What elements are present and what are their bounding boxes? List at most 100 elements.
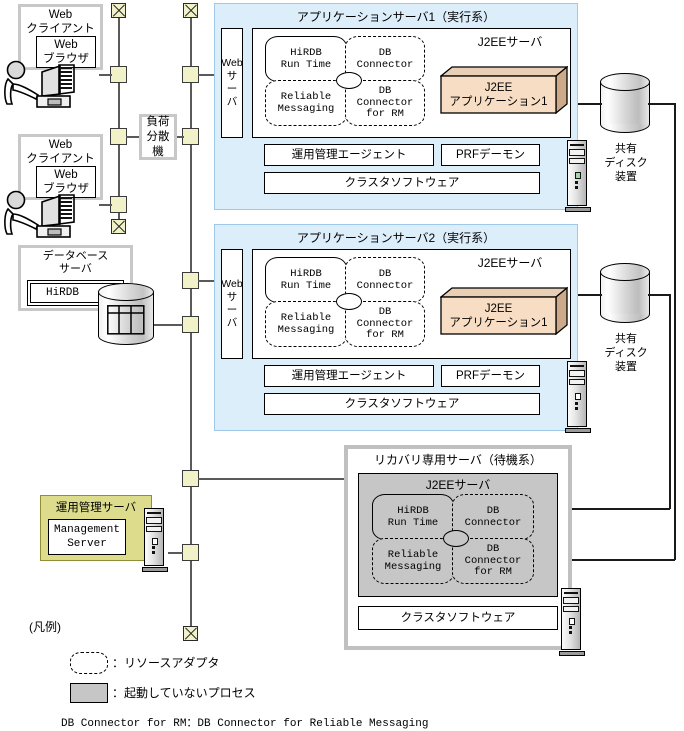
right-rail-disk2 — [669, 294, 671, 509]
shared-disk-1-icon — [600, 73, 650, 133]
management-server-title: 運用管理サーバ — [40, 499, 152, 517]
shared-disk-2-icon — [600, 263, 650, 323]
legend-item-0-label: ：リソースアダプタ — [112, 656, 220, 670]
app-server-2-adapter-hirdb-runtime: HiRDB Run Time — [265, 257, 347, 303]
recovery-server-adapter-reliable-messaging: Reliable Messaging — [372, 538, 454, 584]
app-server-2-adapter-1-line1: DB — [378, 268, 392, 280]
app-server-1-adapter-3-line1: DB — [378, 84, 392, 97]
app-server-1-web-server-char-3: バ — [226, 96, 238, 108]
app-server-2-web-server: Web サ ー バ — [221, 249, 243, 359]
shared-disk-2-line3: 装置 — [615, 361, 637, 373]
shared-disk-1-line3: 装置 — [615, 171, 637, 183]
app-server-1-j2ee-application: J2EE アプリケーション1 — [440, 66, 568, 114]
web-client-2-title-line2: クライアント — [26, 153, 95, 165]
legend-symbol-resource-adapter — [70, 652, 108, 674]
web-browser-1-line1: Web — [54, 39, 78, 51]
app-server-1-j2ee-label-text: J2EEサーバ — [477, 35, 543, 49]
app-server-2-adapter-2-line1: Reliable — [280, 312, 332, 324]
link-bus-to-recovery — [198, 478, 344, 480]
hirdb-label: HiRDB — [45, 287, 79, 299]
app-server-2-prf: PRFデーモン — [441, 365, 540, 387]
web-client-2-title: Web クライアント — [18, 138, 103, 166]
app-server-1-cluster-label: クラスタソフトウェア — [344, 177, 460, 189]
app-server-1-adapter-1-line2: Connector — [356, 59, 414, 71]
web-client-2-title-line1: Web — [48, 139, 73, 151]
web-client-2-user-icon — [4, 190, 75, 238]
app-server-1-adapter-3-line3: for RM — [366, 107, 404, 120]
app-server-1-adapter-2-line2: Messaging — [277, 103, 335, 115]
load-balancer-line2: 分散機 — [146, 130, 170, 158]
app-server-2-cluster-label: クラスタソフトウェア — [344, 398, 460, 410]
database-server-title: データベース サーバ — [18, 249, 133, 277]
recovery-server-adapter-joint — [443, 530, 469, 547]
link-bus-to-appserver2 — [198, 280, 214, 282]
database-server-title-line2: サーバ — [59, 263, 92, 275]
app-server-2-j2ee-application: J2EE アプリケーション1 — [440, 287, 568, 335]
link-disk1-to-right-rail — [648, 103, 675, 105]
legend-heading: (凡例) — [29, 620, 61, 634]
right-rail-disk1 — [674, 103, 676, 560]
link-appserver2-to-disk2 — [578, 294, 602, 296]
legend-item-1-text: ：起動していないプロセス — [112, 686, 256, 700]
bus-node-appserver1 — [182, 66, 199, 83]
recovery-server-adapter-2-line2: Messaging — [384, 561, 442, 573]
shared-disk-2-line1: 共有 — [615, 333, 637, 345]
recovery-server-title: リカバリ専用サーバ（待機系） — [344, 451, 572, 469]
recovery-server-adapter-3-line2: Connector — [464, 554, 522, 567]
link-rail-to-recovery-low — [572, 559, 675, 561]
management-server-product-box: Management Server — [48, 519, 126, 555]
management-server-product-line2: Server — [67, 538, 107, 550]
link-appserver1-to-disk1 — [578, 103, 602, 105]
app-server-2-agent: 運用管理エージェント — [264, 365, 434, 387]
recovery-server-adapter-3-line1: DB — [486, 542, 500, 555]
app-server-1-adapter-0-line1: HiRDB — [290, 47, 322, 59]
network-bus-left — [118, 14, 120, 219]
recovery-server-adapter-1-line2: Connector — [464, 517, 522, 529]
recovery-server-adapter-2-line1: Reliable — [387, 549, 439, 561]
recovery-server-adapter-0-line1: HiRDB — [397, 505, 429, 517]
app-server-2-title: アプリケーションサーバ2（実行系） — [214, 229, 578, 247]
app-server-2-adapter-0-line1: HiRDB — [290, 268, 322, 280]
management-server-tower-icon — [142, 508, 168, 572]
app-server-2-adapter-2-line2: Messaging — [277, 324, 335, 336]
legend-heading-text: (凡例) — [29, 620, 61, 634]
app-server-1-agent-label: 運用管理エージェント — [291, 149, 407, 161]
shared-disk-1-line2: ディスク — [604, 157, 648, 169]
bus-node-database — [182, 316, 199, 333]
legend-item-0-text: ：リソースアダプタ — [112, 656, 219, 670]
app-server-2-adapter-3-line2: Connector — [356, 317, 414, 330]
app-server-1-prf-label: PRFデーモン — [456, 149, 525, 161]
app-server-2-tower-icon — [565, 361, 591, 433]
recovery-server-adapter-0-line2: Run Time — [387, 517, 439, 529]
app-server-1-prf: PRFデーモン — [441, 144, 540, 166]
bus-node-loadbalancer-left — [110, 128, 127, 145]
app-server-2-cluster: クラスタソフトウェア — [264, 393, 540, 415]
bus-node-management — [182, 544, 199, 561]
load-balancer: 負荷 分散機 — [139, 114, 177, 160]
recovery-server-j2ee-label-text: J2EEサーバ — [425, 478, 491, 492]
app-server-1-cluster: クラスタソフトウェア — [264, 172, 540, 194]
app-server-1-web-server-char-1: サ — [226, 70, 238, 82]
bus-terminator-right-top — [183, 3, 198, 18]
link-client1-to-bus — [99, 74, 112, 76]
app-server-1-application-line2: アプリケーション1 — [449, 95, 548, 108]
bus-node-client1 — [110, 66, 127, 83]
link-management-to-bus — [168, 552, 183, 554]
recovery-server-tower-icon — [559, 588, 585, 656]
shared-disk-2-line2: ディスク — [604, 347, 648, 359]
app-server-2-adapter-0-line2: Run Time — [280, 280, 332, 292]
app-server-1-adapter-joint — [336, 72, 362, 89]
web-client-1-title: Web クライアント — [18, 8, 103, 36]
app-server-2-web-server-char-1: サ — [226, 291, 238, 303]
app-server-1-j2ee-label: J2EEサーバ — [440, 35, 580, 49]
link-client2-to-bus — [99, 204, 112, 206]
load-balancer-line1: 負荷 — [146, 115, 170, 128]
app-server-1-title: アプリケーションサーバ1（実行系） — [214, 8, 578, 26]
web-browser-2-line1: Web — [54, 169, 78, 181]
legend-footnote-text: DB Connector for RM：DB Connector for Rel… — [61, 718, 429, 730]
app-server-2-adapter-joint — [336, 293, 362, 310]
app-server-2-web-server-char-2: ー — [226, 304, 238, 316]
app-server-2-web-server-char-0: Web — [221, 278, 243, 290]
bus-terminator-left-top — [111, 3, 126, 18]
app-server-1-web-server-char-0: Web — [221, 57, 243, 69]
